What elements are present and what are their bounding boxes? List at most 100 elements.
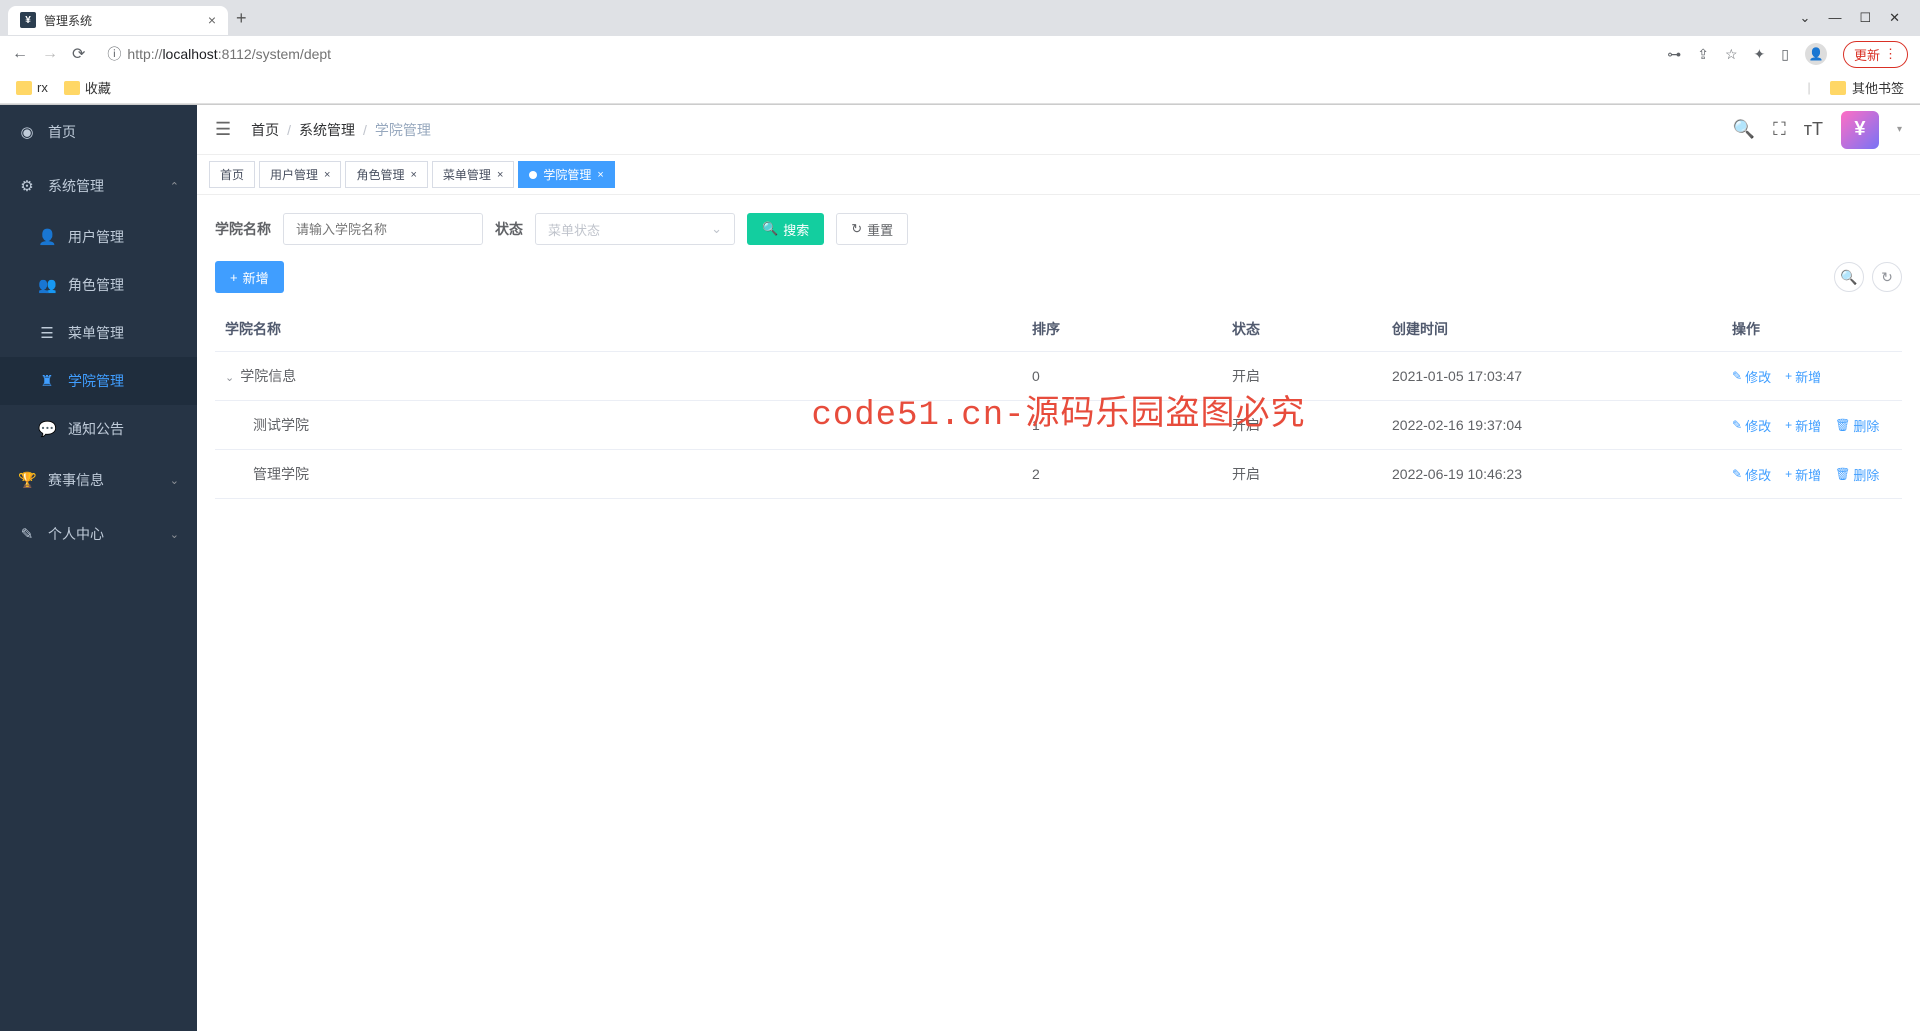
expand-icon[interactable]: ⌄ [225,372,234,384]
sidebar-item-match[interactable]: 🏆赛事信息⌄ [0,453,197,507]
url-input[interactable]: ⓘ http://localhost:8112/system/dept [99,40,1653,68]
search-icon[interactable]: 🔍 [1733,119,1755,140]
close-icon[interactable]: × [497,169,503,181]
fullscreen-icon[interactable]: ⛶ [1773,119,1786,140]
content: 学院名称 状态 菜单状态⌄ 🔍搜索 ↻重置 +新增 🔍 ↻ 学院名称 排序 [197,195,1920,1031]
plus-icon: + [1785,418,1792,432]
name-input[interactable] [283,213,483,245]
tab-role[interactable]: 角色管理× [345,161,427,188]
add-button[interactable]: +新增 [215,261,284,293]
user-icon: 👤 [38,228,56,246]
caret-down-icon[interactable]: ▾ [1897,124,1902,135]
topbar-right: 🔍 ⛶ тT ¥ ▾ [1733,111,1902,149]
name-label: 学院名称 [215,219,271,239]
tab-menu[interactable]: 菜单管理× [432,161,514,188]
breadcrumb-current: 学院管理 [375,120,431,140]
sidebar-item-user[interactable]: 👤用户管理 [0,213,197,261]
delete-button[interactable]: 🗑删除 [1835,416,1879,435]
refresh-icon: ↻ [851,221,862,237]
chevron-down-icon: ⌄ [711,221,722,237]
tab-dept[interactable]: 学院管理× [518,161,614,188]
th-sort: 排序 [1022,307,1222,352]
key-icon[interactable]: ⊶ [1667,46,1681,63]
edit-icon: ✎ [1732,467,1742,481]
sidebar-item-menu[interactable]: ☰菜单管理 [0,309,197,357]
minimize-icon[interactable]: — [1828,10,1841,26]
th-created: 创建时间 [1382,307,1722,352]
back-icon[interactable]: ← [12,45,28,63]
update-button[interactable]: 更新⋮ [1843,41,1908,68]
status-select[interactable]: 菜单状态⌄ [535,213,735,245]
browser-chrome: ¥ 管理系统 × + ⌄ — ☐ ✕ ← → ⟳ ⓘ http://localh… [0,0,1920,105]
edit-button[interactable]: ✎修改 [1732,367,1771,386]
tab-title: 管理系统 [44,12,200,29]
bookmark-rx[interactable]: rx [16,80,48,95]
tab-user[interactable]: 用户管理× [259,161,341,188]
folder-icon [64,81,80,95]
app: ◉首页 ⚙系统管理⌃ 👤用户管理 👥角色管理 ☰菜单管理 ♜学院管理 💬通知公告… [0,105,1920,1031]
tabs-row: 首页 用户管理× 角色管理× 菜单管理× 学院管理× [197,155,1920,195]
avatar[interactable]: ¥ [1841,111,1879,149]
refresh-button[interactable]: ↻ [1872,262,1902,292]
edit-button[interactable]: ✎修改 [1732,416,1771,435]
trash-icon: 🗑 [1835,418,1850,432]
reset-button[interactable]: ↻重置 [836,213,908,245]
sidebar-item-dept[interactable]: ♜学院管理 [0,357,197,405]
sidebar-item-notice[interactable]: 💬通知公告 [0,405,197,453]
search-button[interactable]: 🔍搜索 [747,213,824,245]
close-icon[interactable]: × [324,169,330,181]
table-row: 测试学院 1 开启 2022-02-16 19:37:04 ✎修改 +新增 🗑删… [215,401,1902,450]
add-child-button[interactable]: +新增 [1785,367,1821,386]
trash-icon: 🗑 [1835,467,1850,481]
main: ☰ 首页 / 系统管理 / 学院管理 🔍 ⛶ тT ¥ ▾ 首页 用户管理× 角… [197,105,1920,1031]
share-icon[interactable]: ⇪ [1697,46,1709,63]
new-tab-button[interactable]: + [236,8,247,29]
breadcrumb-sys[interactable]: 系统管理 [299,120,355,140]
plus-icon: + [1785,467,1792,481]
dept-table: 学院名称 排序 状态 创建时间 操作 ⌄学院信息 0 开启 2021-01-05… [215,307,1902,499]
add-child-button[interactable]: +新增 [1785,465,1821,484]
dashboard-icon: ◉ [18,123,36,141]
folder-icon [16,81,32,95]
users-icon: 👥 [38,276,56,294]
info-icon: ⓘ [107,44,121,64]
bookmark-fav[interactable]: 收藏 [64,78,111,97]
close-icon[interactable]: × [597,169,603,181]
other-bookmarks[interactable]: | 其他书签 [1807,78,1904,97]
tab-home[interactable]: 首页 [209,161,255,188]
edit-button[interactable]: ✎修改 [1732,465,1771,484]
close-icon[interactable]: × [410,169,416,181]
maximize-icon[interactable]: ☐ [1859,10,1871,26]
table-row: ⌄学院信息 0 开启 2021-01-05 17:03:47 ✎修改 +新增 [215,352,1902,401]
sidebar-item-system[interactable]: ⚙系统管理⌃ [0,159,197,213]
puzzle-icon[interactable]: ✦ [1754,46,1766,63]
breadcrumb-home[interactable]: 首页 [251,120,279,140]
chevron-up-icon: ⌃ [170,180,179,193]
profile-icon[interactable]: 👤 [1805,43,1827,65]
list-icon: ☰ [38,324,56,342]
sidebar-item-home[interactable]: ◉首页 [0,105,197,159]
kebab-icon: ⋮ [1884,46,1897,62]
sidebar-item-profile[interactable]: ✎个人中心⌄ [0,507,197,561]
star-icon[interactable]: ☆ [1725,46,1738,63]
th-name: 学院名称 [215,307,1022,352]
hamburger-icon[interactable]: ☰ [215,119,231,140]
search-toggle-button[interactable]: 🔍 [1834,262,1864,292]
address-bar: ← → ⟳ ⓘ http://localhost:8112/system/dep… [0,36,1920,72]
topbar: ☰ 首页 / 系统管理 / 学院管理 🔍 ⛶ тT ¥ ▾ [197,105,1920,155]
browser-tab[interactable]: ¥ 管理系统 × [8,6,228,35]
breadcrumb: 首页 / 系统管理 / 学院管理 [251,120,431,140]
close-window-icon[interactable]: ✕ [1889,10,1900,26]
delete-button[interactable]: 🗑删除 [1835,465,1879,484]
add-child-button[interactable]: +新增 [1785,416,1821,435]
reload-icon[interactable]: ⟳ [72,44,85,64]
status-label: 状态 [495,219,523,239]
sidebar-item-role[interactable]: 👥角色管理 [0,261,197,309]
window-controls: ⌄ — ☐ ✕ [1800,10,1912,26]
close-icon[interactable]: × [208,12,216,28]
th-status: 状态 [1222,307,1382,352]
fontsize-icon[interactable]: тT [1804,119,1823,140]
panel-icon[interactable]: ▯ [1781,46,1789,63]
forward-icon[interactable]: → [42,45,58,63]
chevron-down-icon[interactable]: ⌄ [1800,10,1811,26]
